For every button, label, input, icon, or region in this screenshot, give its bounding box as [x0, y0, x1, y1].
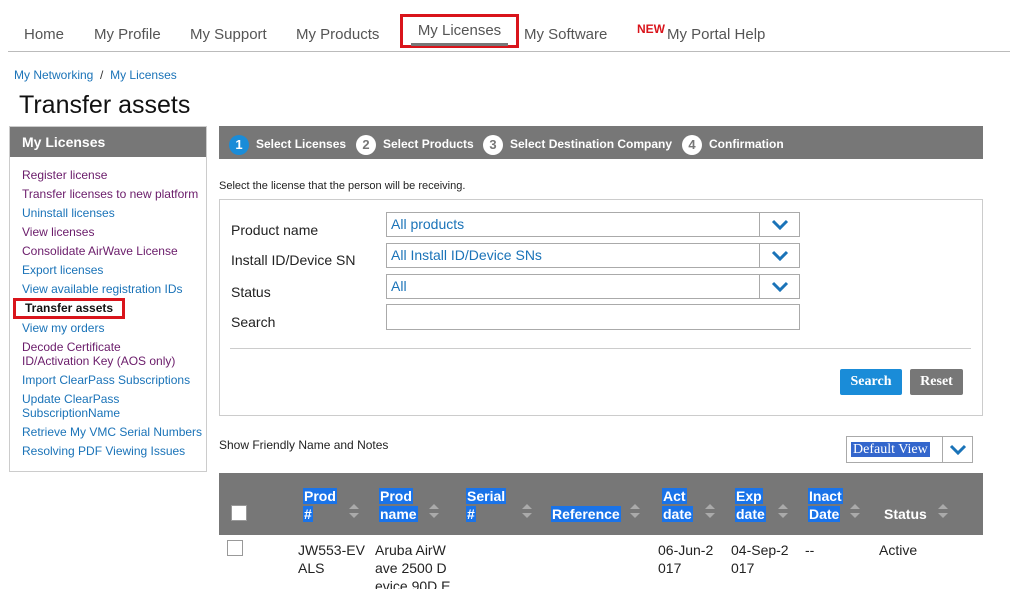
- nav-my-portal-help[interactable]: NEW My Portal Help: [637, 22, 766, 43]
- sidebar: My Licenses Register license Transfer li…: [9, 126, 207, 472]
- sort-icon[interactable]: [937, 503, 949, 519]
- sidebar-item-retrieve-vmc[interactable]: Retrieve My VMC Serial Numbers: [10, 425, 206, 439]
- sidebar-item-import-clearpass[interactable]: Import ClearPass Subscriptions: [10, 373, 206, 387]
- sort-icon[interactable]: [348, 503, 360, 519]
- nav-home[interactable]: Home: [24, 26, 64, 43]
- col-status[interactable]: Status: [884, 505, 927, 523]
- col-serial[interactable]: Serial #: [466, 487, 507, 523]
- page-title: Transfer assets: [19, 91, 191, 119]
- step-1: 1 Select Licenses: [229, 133, 346, 155]
- sidebar-item-decode-certificate[interactable]: Decode Certificate ID/Activation Key (AO…: [10, 340, 190, 368]
- divider: [230, 348, 971, 349]
- sidebar-title: My Licenses: [10, 127, 206, 157]
- col-exp-date[interactable]: Exp date: [735, 487, 766, 523]
- col-act-date[interactable]: Act date: [662, 487, 693, 523]
- chevron-down-icon[interactable]: [759, 275, 799, 298]
- step-4-label: Confirmation: [709, 137, 784, 151]
- sidebar-item-resolving-pdf[interactable]: Resolving PDF Viewing Issues: [10, 444, 206, 458]
- sidebar-item-consolidate-airwave[interactable]: Consolidate AirWave License: [10, 244, 206, 258]
- row-prod-name: Aruba AirW ave 2500 Device 90D E: [375, 542, 451, 589]
- sidebar-item-export-licenses[interactable]: Export licenses: [10, 263, 206, 277]
- search-label: Search: [231, 314, 276, 330]
- row-status: Active: [879, 542, 918, 558]
- product-name-label: Product name: [231, 222, 319, 238]
- nav-my-support[interactable]: My Support: [190, 26, 267, 43]
- step-3-label: Select Destination Company: [510, 137, 673, 151]
- row-act-date: 06-Jun-2 017: [658, 542, 714, 576]
- chevron-down-icon[interactable]: [759, 213, 799, 236]
- view-select-value: Default View: [851, 442, 930, 457]
- row-checkbox[interactable]: [227, 540, 243, 556]
- table-header: Prod # Prod name Serial # Reference Act date…: [219, 473, 983, 535]
- chevron-down-icon[interactable]: [942, 437, 972, 462]
- col-prod-num[interactable]: Prod #: [303, 487, 337, 523]
- sort-icon[interactable]: [704, 503, 716, 519]
- status-value: All: [391, 278, 407, 294]
- nav-my-licenses[interactable]: My Licenses: [400, 14, 519, 48]
- install-id-select[interactable]: All Install ID/Device SNs: [386, 243, 800, 268]
- row-prod-num: JW553-EV ALS: [298, 542, 365, 576]
- sidebar-item-view-my-orders[interactable]: View my orders: [10, 321, 206, 335]
- breadcrumb-separator: /: [100, 68, 104, 82]
- filter-panel: Product name All products Install ID/Dev…: [219, 199, 983, 416]
- step-1-label: Select Licenses: [256, 137, 347, 151]
- sidebar-item-uninstall-licenses[interactable]: Uninstall licenses: [10, 206, 206, 220]
- nav-my-profile[interactable]: My Profile: [94, 26, 161, 43]
- sort-icon[interactable]: [428, 503, 440, 519]
- breadcrumb: My Networking / My Licenses: [14, 68, 177, 82]
- instruction-text: Select the license that the person will …: [219, 180, 466, 192]
- step-2-number: 2: [356, 135, 376, 155]
- step-2: 2 Select Products: [356, 133, 474, 155]
- sort-icon[interactable]: [521, 503, 533, 519]
- nav-my-products[interactable]: My Products: [296, 26, 379, 43]
- search-button[interactable]: Search: [840, 369, 902, 395]
- status-select[interactable]: All: [386, 274, 800, 299]
- sort-icon[interactable]: [629, 503, 641, 519]
- install-id-label: Install ID/Device SN: [231, 252, 356, 268]
- breadcrumb-my-licenses[interactable]: My Licenses: [110, 68, 177, 82]
- row-exp-date: 04-Sep-2 017: [731, 542, 789, 576]
- col-inact-date[interactable]: Inact Date: [808, 487, 843, 523]
- wizard-steps: 1 Select Licenses 2 Select Products 3 Se…: [219, 126, 983, 159]
- chevron-down-icon[interactable]: [759, 244, 799, 267]
- sidebar-list: Register license Transfer licenses to ne…: [10, 157, 206, 458]
- nav-my-portal-help-label: My Portal Help: [667, 26, 766, 43]
- search-input[interactable]: [386, 304, 800, 330]
- step-3-number: 3: [483, 135, 503, 155]
- step-3: 3 Select Destination Company: [483, 133, 672, 155]
- reset-button[interactable]: Reset: [910, 369, 963, 395]
- sidebar-item-transfer-assets[interactable]: Transfer assets: [13, 298, 125, 319]
- new-badge: NEW: [637, 22, 665, 36]
- nav-my-software[interactable]: My Software: [524, 26, 607, 43]
- breadcrumb-my-networking[interactable]: My Networking: [14, 68, 93, 82]
- select-all-checkbox[interactable]: [231, 505, 247, 521]
- step-2-label: Select Products: [383, 137, 474, 151]
- sidebar-item-register-license[interactable]: Register license: [10, 168, 206, 182]
- install-id-value: All Install ID/Device SNs: [391, 247, 542, 263]
- view-select[interactable]: Default View: [846, 436, 973, 463]
- sort-icon[interactable]: [777, 503, 789, 519]
- row-inact-date: --: [805, 542, 815, 558]
- step-1-number: 1: [229, 135, 249, 155]
- friendly-name-toggle[interactable]: Show Friendly Name and Notes: [219, 438, 388, 452]
- product-name-value: All products: [391, 216, 465, 232]
- step-4: 4 Confirmation: [682, 133, 784, 155]
- product-name-select[interactable]: All products: [386, 212, 800, 237]
- sidebar-item-view-licenses[interactable]: View licenses: [10, 225, 206, 239]
- sidebar-item-view-registration-ids[interactable]: View available registration IDs: [10, 282, 206, 296]
- sidebar-item-update-clearpass[interactable]: Update ClearPass SubscriptionName: [10, 392, 140, 420]
- sidebar-item-transfer-licenses[interactable]: Transfer licenses to new platform: [10, 187, 206, 201]
- status-label: Status: [231, 284, 271, 300]
- col-prod-name[interactable]: Prod name: [379, 487, 418, 523]
- sort-icon[interactable]: [849, 503, 861, 519]
- col-reference[interactable]: Reference: [551, 505, 621, 523]
- top-nav: Home My Profile My Support My Products M…: [8, 0, 1010, 52]
- step-4-number: 4: [682, 135, 702, 155]
